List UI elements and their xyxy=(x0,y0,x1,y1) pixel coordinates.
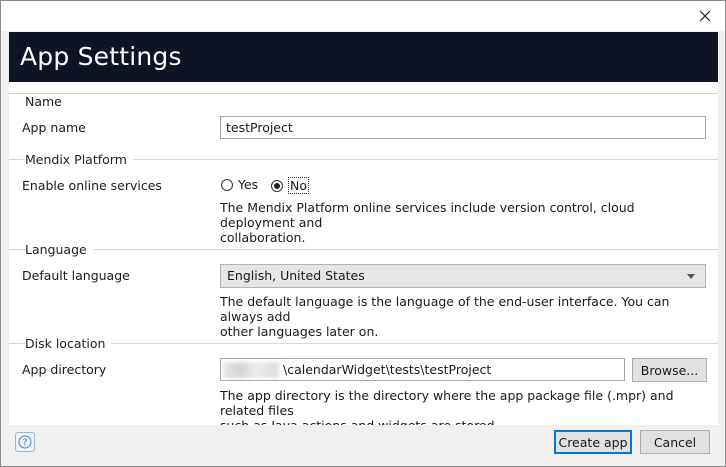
app-settings-dialog: App Settings Name App name testProject M… xyxy=(0,0,726,467)
radio-yes-circle xyxy=(221,178,233,191)
create-app-button[interactable]: Create app xyxy=(554,430,632,454)
title-bar xyxy=(1,1,725,31)
page-title: App Settings xyxy=(9,32,718,82)
app-name-label: App name xyxy=(22,120,86,135)
radio-no-circle xyxy=(271,179,283,192)
app-directory-input[interactable]: \calendarWidget\tests\testProject xyxy=(220,358,625,381)
online-services-help: The Mendix Platform online services incl… xyxy=(220,200,710,245)
settings-form: Name App name testProject Mendix Platfor… xyxy=(9,82,718,433)
help-line: The app directory is the directory where… xyxy=(220,388,674,418)
redacted-path xyxy=(223,362,279,378)
help-line: The Mendix Platform online services incl… xyxy=(220,200,635,230)
section-title-disk: Disk location xyxy=(25,336,112,351)
section-divider xyxy=(9,249,718,250)
language-help: The default language is the language of … xyxy=(220,294,710,339)
app-directory-value: \calendarWidget\tests\testProject xyxy=(283,362,492,377)
default-language-label: Default language xyxy=(22,268,130,283)
radio-no[interactable]: No xyxy=(271,177,309,194)
app-name-input[interactable]: testProject xyxy=(220,116,706,139)
language-select-value: English, United States xyxy=(227,268,365,283)
online-services-label: Enable online services xyxy=(22,178,162,193)
question-icon[interactable]: ? xyxy=(15,432,35,452)
radio-selected-dot xyxy=(274,182,280,189)
close-icon[interactable] xyxy=(695,6,715,26)
cancel-button[interactable]: Cancel xyxy=(640,430,710,454)
chevron-down-icon xyxy=(687,274,695,279)
section-title-language: Language xyxy=(25,242,93,257)
app-directory-label: App directory xyxy=(22,362,107,377)
dialog-footer: ? Create app Cancel xyxy=(9,425,718,460)
section-divider xyxy=(9,343,718,344)
radio-yes-label: Yes xyxy=(238,177,259,192)
radio-yes[interactable]: Yes xyxy=(221,177,258,192)
section-title-name: Name xyxy=(25,94,62,109)
section-divider xyxy=(9,93,718,94)
help-line: The default language is the language of … xyxy=(220,294,670,324)
browse-button[interactable]: Browse... xyxy=(632,358,707,382)
help-line: collaboration. xyxy=(220,230,306,245)
section-title-platform: Mendix Platform xyxy=(25,152,133,167)
svg-text:?: ? xyxy=(22,438,27,449)
help-line: other languages later on. xyxy=(220,324,379,339)
radio-no-label: No xyxy=(288,177,309,194)
language-select[interactable]: English, United States xyxy=(220,264,706,288)
